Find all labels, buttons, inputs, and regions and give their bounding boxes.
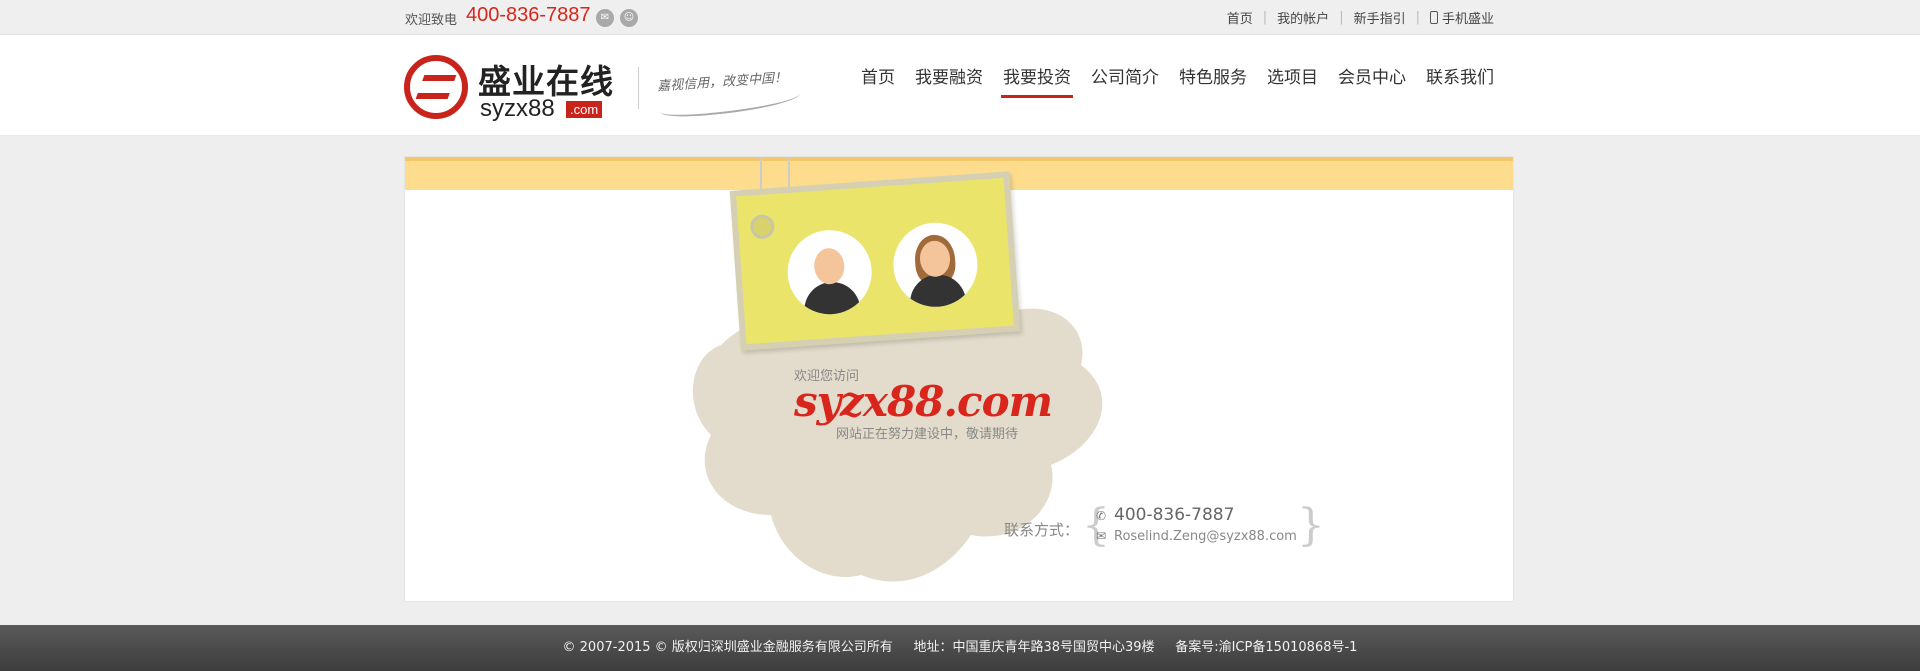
contact-phone-row: ✆ 400-836-7887 xyxy=(1096,505,1234,525)
nav-item-member[interactable]: 会员中心 xyxy=(1328,63,1416,98)
construction-panel: 欢迎您访问 syzx88.com 网站正在努力建设中，敬请期待 联系方式： { … xyxy=(404,156,1514,602)
contact-email-row: ✉ Roselind.Zeng@syzx88.com xyxy=(1096,529,1297,544)
header: 盛业在线 syzx88 .com 嘉视信用，改变中国！ 首页 我要融资 我要投资… xyxy=(0,35,1920,136)
wechat-icon[interactable]: ✉ xyxy=(596,9,614,27)
hanging-tag xyxy=(729,171,1021,351)
top-links: 首页 | 我的帐户 | 新手指引 | 手机盛业 xyxy=(1226,8,1494,27)
welcome-text: 欢迎致电 xyxy=(405,13,458,28)
mobile-icon xyxy=(1429,11,1438,24)
logo-mark-icon xyxy=(404,55,468,119)
contact-phone: 400-836-7887 xyxy=(1114,505,1235,525)
top-link-guide[interactable]: 新手指引 xyxy=(1354,8,1406,27)
logo-english-name: syzx88 xyxy=(480,95,555,122)
tag-hole xyxy=(749,213,776,240)
nav-item-services[interactable]: 特色服务 xyxy=(1169,63,1257,98)
qq-icon[interactable]: ☺ xyxy=(620,9,638,27)
contact-label: 联系方式： xyxy=(1004,521,1080,539)
phone-icon: ✆ xyxy=(1096,509,1107,523)
nav-item-investment[interactable]: 我要投资 xyxy=(993,63,1081,98)
right-brace: } xyxy=(1297,500,1325,551)
nav-item-contact[interactable]: 联系我们 xyxy=(1416,63,1504,98)
top-link-mobile[interactable]: 手机盛业 xyxy=(1442,8,1494,27)
nav-item-financing[interactable]: 我要融资 xyxy=(905,63,993,98)
contact-email[interactable]: Roselind.Zeng@syzx88.com xyxy=(1114,529,1297,544)
female-support-avatar-icon xyxy=(890,219,981,310)
nav-item-home[interactable]: 首页 xyxy=(851,63,905,98)
top-link-account[interactable]: 我的帐户 xyxy=(1277,8,1329,27)
nav-item-projects[interactable]: 选项目 xyxy=(1257,63,1328,98)
logo-domain-badge: .com xyxy=(566,101,603,118)
top-link-home[interactable]: 首页 xyxy=(1227,8,1253,27)
footer: © 2007-2015 © 版权归深圳盛业金融服务有限公司所有 地址：中国重庆青… xyxy=(0,625,1920,671)
mail-icon: ✉ xyxy=(1096,529,1107,543)
nav-item-about[interactable]: 公司简介 xyxy=(1081,63,1169,98)
divider xyxy=(638,67,639,109)
hotline-phone: 400-836-7887 xyxy=(466,4,591,26)
main-nav: 首页 我要融资 我要投资 公司简介 特色服务 选项目 会员中心 联系我们 xyxy=(851,63,1504,98)
brand-domain: syzx88.com xyxy=(794,377,1053,426)
under-construction-text: 网站正在努力建设中，敬请期待 xyxy=(836,427,1019,442)
site-logo[interactable]: 盛业在线 syzx88 .com xyxy=(404,55,616,155)
footer-copyright: © 2007-2015 © 版权归深圳盛业金融服务有限公司所有 地址：中国重庆青… xyxy=(562,640,1358,655)
top-bar: 欢迎致电 400-836-7887 ✉ ☺ 首页 | 我的帐户 | 新手指引 |… xyxy=(0,0,1920,35)
male-support-avatar-icon xyxy=(784,227,875,318)
